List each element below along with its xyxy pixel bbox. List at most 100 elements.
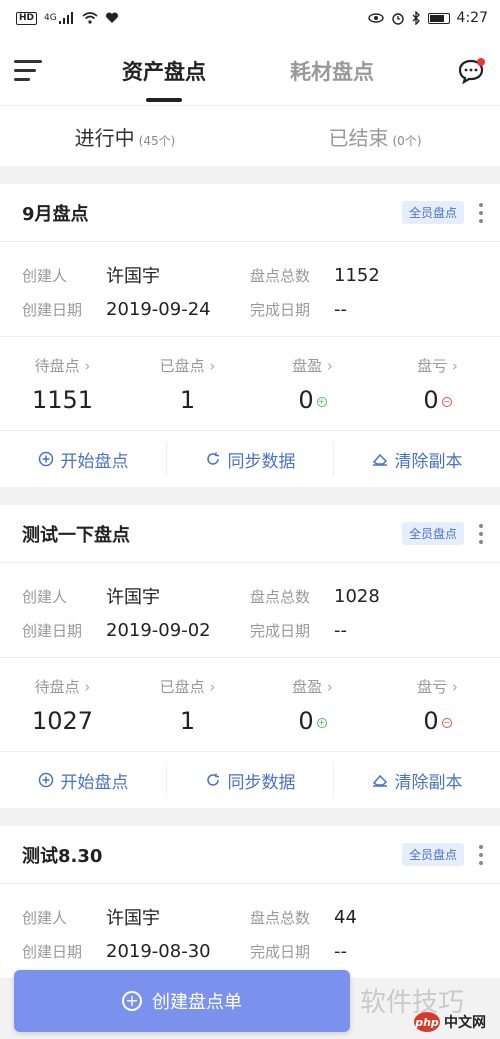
clear-copy-button[interactable]: 清除副本: [334, 763, 500, 797]
creator-value: 许国宇: [106, 908, 160, 929]
stat-value: 1: [179, 707, 196, 735]
stat-label: 待盘点: [0, 676, 125, 697]
hd-indicator: HD: [16, 11, 38, 25]
created-date-value: 2019-08-30: [106, 940, 211, 962]
stat-value: 0: [298, 707, 314, 735]
creator-label: 创建人: [22, 908, 68, 927]
finished-date-label: 完成日期: [250, 300, 311, 319]
tab-consumable-inventory[interactable]: 耗材盘点: [290, 56, 374, 86]
card-actions: 开始盘点 同步数据 清除副本: [0, 752, 500, 808]
creator-value: 许国宇: [106, 587, 160, 608]
stat-label: 盘亏: [375, 676, 500, 697]
stat-surplus[interactable]: 盘盈 0+: [250, 676, 375, 735]
eraser-icon: [372, 774, 387, 787]
start-inventory-button[interactable]: 开始盘点: [0, 763, 167, 797]
network-type: 4G: [44, 13, 57, 23]
stat-value: 0: [423, 707, 439, 735]
menu-icon[interactable]: [14, 60, 42, 82]
stat-pending[interactable]: 待盘点 1027: [0, 676, 125, 735]
plus-circle-icon: +: [316, 718, 327, 728]
clear-copy-button[interactable]: 清除副本: [334, 442, 500, 476]
bluetooth-icon: [412, 11, 420, 25]
subtab-in-progress[interactable]: 进行中 (45个): [0, 122, 250, 151]
stat-value: 0: [298, 386, 314, 414]
button-label: 开始盘点: [60, 451, 129, 472]
stat-label: 已盘点: [125, 355, 250, 376]
finished-date-value: --: [334, 940, 347, 962]
sync-data-button[interactable]: 同步数据: [167, 442, 334, 476]
status-bar: HD 4G 4:27: [0, 0, 500, 36]
card-stats: 待盘点1151 已盘点1 盘盈0+ 盘亏0−: [0, 337, 500, 431]
stat-done[interactable]: 已盘点 1: [125, 355, 250, 414]
inventory-card[interactable]: 测试一下盘点 全员盘点 创建人 许国宇 盘点总数 1028 创建日期 2019-09-…: [0, 505, 500, 808]
subtab-finished[interactable]: 已结束 (0个): [250, 122, 500, 151]
card-header: 测试8.30 全员盘点: [0, 826, 500, 884]
create-inventory-button[interactable]: + 创建盘点单: [14, 970, 350, 1032]
more-options-icon[interactable]: [478, 844, 484, 865]
created-date-label: 创建日期: [22, 621, 83, 640]
stat-label: 盘盈: [250, 676, 375, 697]
stat-value: 0: [423, 386, 439, 414]
card-info: 创建人 许国宇 盘点总数 44 创建日期 2019-08-30 完成日期 --: [0, 884, 500, 979]
card-title: 9月盘点: [22, 203, 89, 225]
button-label: 开始盘点: [60, 772, 129, 793]
creator-label: 创建人: [22, 587, 68, 606]
button-label: 清除副本: [394, 451, 463, 472]
stat-loss[interactable]: 盘亏 0−: [375, 355, 500, 414]
stat-loss[interactable]: 盘亏 0−: [375, 676, 500, 735]
finished-date-label: 完成日期: [250, 621, 311, 640]
card-stats: 待盘点1027 已盘点1 盘盈0+ 盘亏0−: [0, 658, 500, 752]
message-icon[interactable]: [456, 56, 486, 86]
tab-asset-inventory[interactable]: 资产盘点: [122, 56, 206, 102]
stat-label: 待盘点: [0, 355, 125, 376]
card-info: 创建人 许国宇 盘点总数 1028 创建日期 2019-09-02 完成日期 --: [0, 563, 500, 658]
stat-pending[interactable]: 待盘点 1151: [0, 355, 125, 414]
stat-label: 盘盈: [250, 355, 375, 376]
total-label: 盘点总数: [250, 266, 311, 285]
sync-data-button[interactable]: 同步数据: [167, 763, 334, 797]
creator-value: 许国宇: [106, 266, 160, 287]
tab-label: 资产盘点: [122, 60, 206, 84]
created-date-label: 创建日期: [22, 300, 83, 319]
stat-done[interactable]: 已盘点 1: [125, 676, 250, 735]
more-options-icon[interactable]: [478, 202, 484, 223]
tab-label: 耗材盘点: [290, 60, 374, 84]
heart-icon: [105, 12, 118, 23]
plus-circle-icon: [38, 772, 53, 788]
more-options-icon[interactable]: [478, 523, 484, 544]
scope-badge: 全员盘点: [401, 843, 464, 866]
total-value: 44: [334, 906, 357, 928]
inventory-card[interactable]: 测试8.30 全员盘点 创建人 许国宇 盘点总数 44 创建日期 2019-08-30…: [0, 826, 500, 979]
card-title: 测试一下盘点: [22, 524, 130, 546]
start-inventory-button[interactable]: 开始盘点: [0, 442, 167, 476]
stat-value: 1027: [31, 707, 94, 735]
subtab-count: (45个): [138, 133, 176, 148]
stat-value: 1: [179, 386, 196, 414]
total-value: 1152: [334, 264, 380, 286]
active-tab-indicator: [146, 98, 182, 102]
sync-icon: [206, 773, 219, 786]
finished-date-value: --: [334, 298, 347, 320]
button-label: 同步数据: [227, 772, 296, 793]
card-title: 测试8.30: [22, 845, 103, 867]
button-label: 创建盘点单: [152, 992, 242, 1013]
created-date-value: 2019-09-24: [106, 298, 211, 320]
subtab-label: 已结束: [328, 125, 389, 150]
subtab-label: 进行中: [74, 125, 135, 150]
php-logo-icon: php: [414, 1012, 440, 1032]
site-name: 中文网: [444, 1015, 486, 1031]
stat-label: 盘亏: [375, 355, 500, 376]
finished-date-label: 完成日期: [250, 942, 311, 961]
inventory-card[interactable]: 9月盘点 全员盘点 创建人 许国宇 盘点总数 1152 创建日期 2019-09-24…: [0, 184, 500, 487]
total-label: 盘点总数: [250, 908, 311, 927]
plus-circle-icon: +: [316, 397, 327, 407]
stat-value: 1151: [31, 386, 94, 414]
stat-label: 已盘点: [125, 676, 250, 697]
button-label: 同步数据: [227, 451, 296, 472]
created-date-label: 创建日期: [22, 942, 83, 961]
card-header: 9月盘点 全员盘点: [0, 184, 500, 242]
stat-surplus[interactable]: 盘盈 0+: [250, 355, 375, 414]
plus-icon: +: [122, 991, 142, 1011]
clock-time: 4:27: [456, 10, 488, 26]
total-value: 1028: [334, 585, 380, 607]
